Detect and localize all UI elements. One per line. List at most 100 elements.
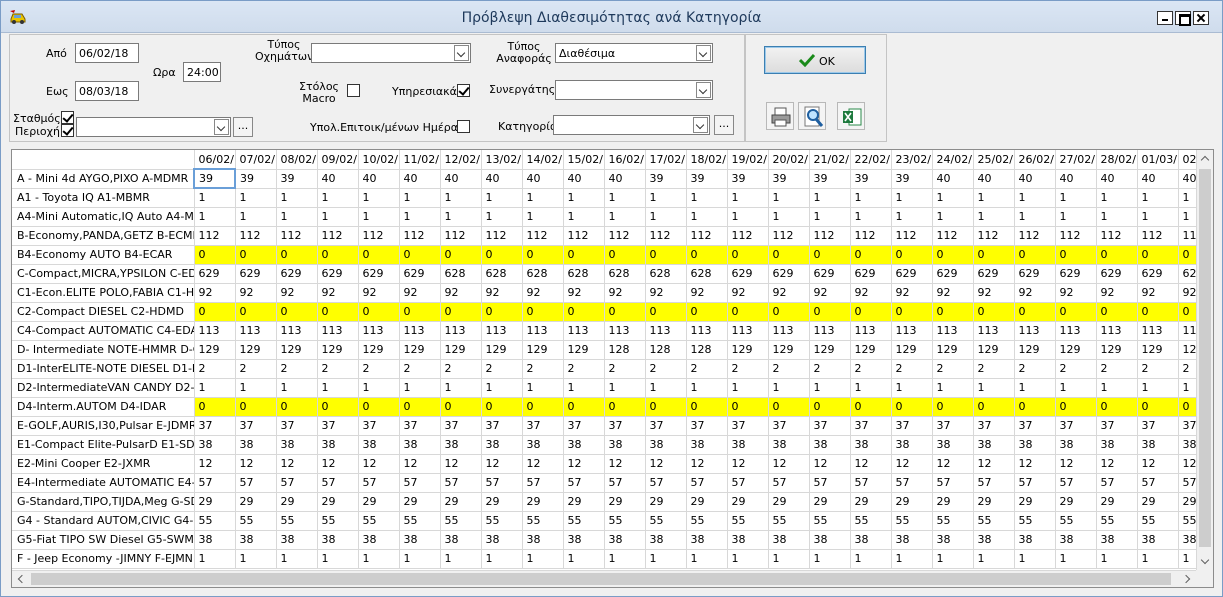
grid-cell[interactable]: 1 xyxy=(891,549,933,569)
grid-cell[interactable]: 0 xyxy=(440,245,482,265)
grid-cell[interactable]: 39 xyxy=(686,169,728,189)
grid-cell[interactable]: 92 xyxy=(850,283,892,303)
grid-cell[interactable]: 629 xyxy=(809,264,851,284)
grid-cell[interactable]: 113 xyxy=(768,321,810,341)
grid-cell[interactable]: 0 xyxy=(727,397,769,417)
grid-cell[interactable]: 113 xyxy=(563,321,605,341)
grid-cell[interactable]: 55 xyxy=(1096,511,1138,531)
grid-cell[interactable]: 113 xyxy=(850,321,892,341)
grid-cell[interactable]: 129 xyxy=(194,340,236,360)
grid-cell[interactable]: 0 xyxy=(235,245,277,265)
grid-cell[interactable]: 29 xyxy=(481,492,523,512)
table-row[interactable]: A - Mini 4d AYGO,PIXO A-MDMR 39 39 39 40 40 40… xyxy=(12,168,1213,189)
grid-cell[interactable]: 37 xyxy=(768,416,810,436)
grid-cell[interactable]: 92 xyxy=(645,283,687,303)
grid-cell[interactable]: 1 xyxy=(399,378,441,398)
grid-cell[interactable]: 0 xyxy=(809,397,851,417)
grid-cell[interactable]: 12 xyxy=(973,454,1015,474)
grid-cell[interactable]: 29 xyxy=(850,492,892,512)
grid-cell[interactable]: 38 xyxy=(563,435,605,455)
grid-cell[interactable]: 55 xyxy=(358,511,400,531)
column-header[interactable]: 28/02/ xyxy=(1096,150,1138,170)
grid-cell[interactable]: 129 xyxy=(1014,340,1056,360)
grid-cell[interactable]: 29 xyxy=(1014,492,1056,512)
from-date-input[interactable]: 06/02/18 xyxy=(75,43,139,63)
grid-cell[interactable]: 1 xyxy=(891,378,933,398)
grid-cell[interactable]: 113 xyxy=(522,321,564,341)
grid-cell[interactable]: 29 xyxy=(973,492,1015,512)
grid-cell[interactable]: 112 xyxy=(850,226,892,246)
grid-cell[interactable]: 37 xyxy=(686,416,728,436)
grid-cell[interactable]: 129 xyxy=(440,340,482,360)
grid-cell[interactable]: 1 xyxy=(973,549,1015,569)
grid-cell[interactable]: 112 xyxy=(686,226,728,246)
row-header[interactable]: D- Intermediate NOTE-HMMR D-CDMR xyxy=(12,340,195,360)
grid-cell[interactable]: 2 xyxy=(1055,359,1097,379)
grid-cell[interactable]: 29 xyxy=(932,492,974,512)
grid-cell[interactable]: 112 xyxy=(440,226,482,246)
grid-cell[interactable]: 628 xyxy=(440,264,482,284)
table-row[interactable]: E1-Compact Elite-PulsarD E1-SDMR 38 38 38 38… xyxy=(12,435,1213,455)
column-header[interactable]: 08/02/ xyxy=(276,150,318,170)
grid-cell[interactable]: 29 xyxy=(276,492,318,512)
grid-cell[interactable]: 629 xyxy=(276,264,318,284)
grid-cell[interactable]: 57 xyxy=(399,473,441,493)
grid-cell[interactable]: 57 xyxy=(891,473,933,493)
grid-cell[interactable]: 0 xyxy=(809,245,851,265)
grid-cell[interactable]: 57 xyxy=(276,473,318,493)
row-header[interactable]: C1-Econ.ELITE POLO,FABIA C1-HDMR xyxy=(12,283,195,303)
grid-cell[interactable]: 629 xyxy=(235,264,277,284)
grid-cell[interactable]: 2 xyxy=(727,359,769,379)
grid-cell[interactable]: 1 xyxy=(1096,378,1138,398)
grid-cell[interactable]: 1 xyxy=(522,549,564,569)
grid-cell[interactable]: 129 xyxy=(399,340,441,360)
grid-cell[interactable]: 57 xyxy=(932,473,974,493)
grid-cell[interactable]: 29 xyxy=(358,492,400,512)
grid-cell[interactable]: 112 xyxy=(809,226,851,246)
grid-cell[interactable]: 2 xyxy=(358,359,400,379)
table-row[interactable]: A4-Mini Automatic,IQ Auto A4-MBAR1111111… xyxy=(12,207,1213,227)
grid-cell[interactable]: 1 xyxy=(1137,188,1179,208)
row-header[interactable]: D4-Interm.AUTOM D4-IDAR xyxy=(12,397,195,417)
grid-cell[interactable]: 37 xyxy=(276,416,318,436)
grid-cell[interactable]: 38 xyxy=(973,530,1015,550)
grid-cell[interactable]: 38 xyxy=(604,530,646,550)
grid-cell[interactable]: 37 xyxy=(399,416,441,436)
grid-cell[interactable]: 129 xyxy=(358,340,400,360)
grid-cell[interactable]: 112 xyxy=(1137,226,1179,246)
grid-cell[interactable]: 0 xyxy=(1055,397,1097,417)
grid-cell[interactable]: 92 xyxy=(317,283,359,303)
grid-cell[interactable]: 2 xyxy=(563,359,605,379)
grid-cell[interactable]: 57 xyxy=(522,473,564,493)
column-header[interactable]: 14/02/ xyxy=(522,150,564,170)
grid-cell[interactable]: 1 xyxy=(686,207,728,227)
vertical-scrollbar[interactable] xyxy=(1196,150,1213,570)
grid-cell[interactable]: 112 xyxy=(399,226,441,246)
station-browse-button[interactable]: ... xyxy=(233,117,253,137)
grid-cell[interactable]: 55 xyxy=(235,511,277,531)
grid-cell[interactable]: 0 xyxy=(399,302,441,322)
grid-cell[interactable]: 113 xyxy=(686,321,728,341)
grid-cell[interactable]: 57 xyxy=(604,473,646,493)
grid-cell[interactable]: 0 xyxy=(686,302,728,322)
grid-cell[interactable]: 12 xyxy=(604,454,646,474)
grid-cell[interactable]: 1 xyxy=(194,378,236,398)
grid-cell[interactable]: 38 xyxy=(440,530,482,550)
grid-cell[interactable]: 38 xyxy=(1014,435,1056,455)
grid-cell[interactable]: 113 xyxy=(1096,321,1138,341)
grid-cell[interactable]: 29 xyxy=(1137,492,1179,512)
grid-cell[interactable]: 129 xyxy=(768,340,810,360)
column-header[interactable]: 25/02/ xyxy=(973,150,1015,170)
maximize-button[interactable] xyxy=(1175,11,1191,26)
grid-cell[interactable]: 92 xyxy=(522,283,564,303)
grid-cell[interactable]: 129 xyxy=(563,340,605,360)
grid-cell[interactable]: 1 xyxy=(809,378,851,398)
grid-cell[interactable]: 1 xyxy=(727,207,769,227)
grid-cell[interactable]: 113 xyxy=(1055,321,1097,341)
column-header[interactable]: 24/02/ xyxy=(932,150,974,170)
row-header[interactable]: D1-InterELITE-NOTE DIESEL D1-IDMD xyxy=(12,359,195,379)
column-header[interactable]: 26/02/ xyxy=(1014,150,1056,170)
grid-cell[interactable]: 1 xyxy=(317,549,359,569)
grid-cell[interactable]: 12 xyxy=(1137,454,1179,474)
grid-cell[interactable]: 40 xyxy=(440,169,482,189)
